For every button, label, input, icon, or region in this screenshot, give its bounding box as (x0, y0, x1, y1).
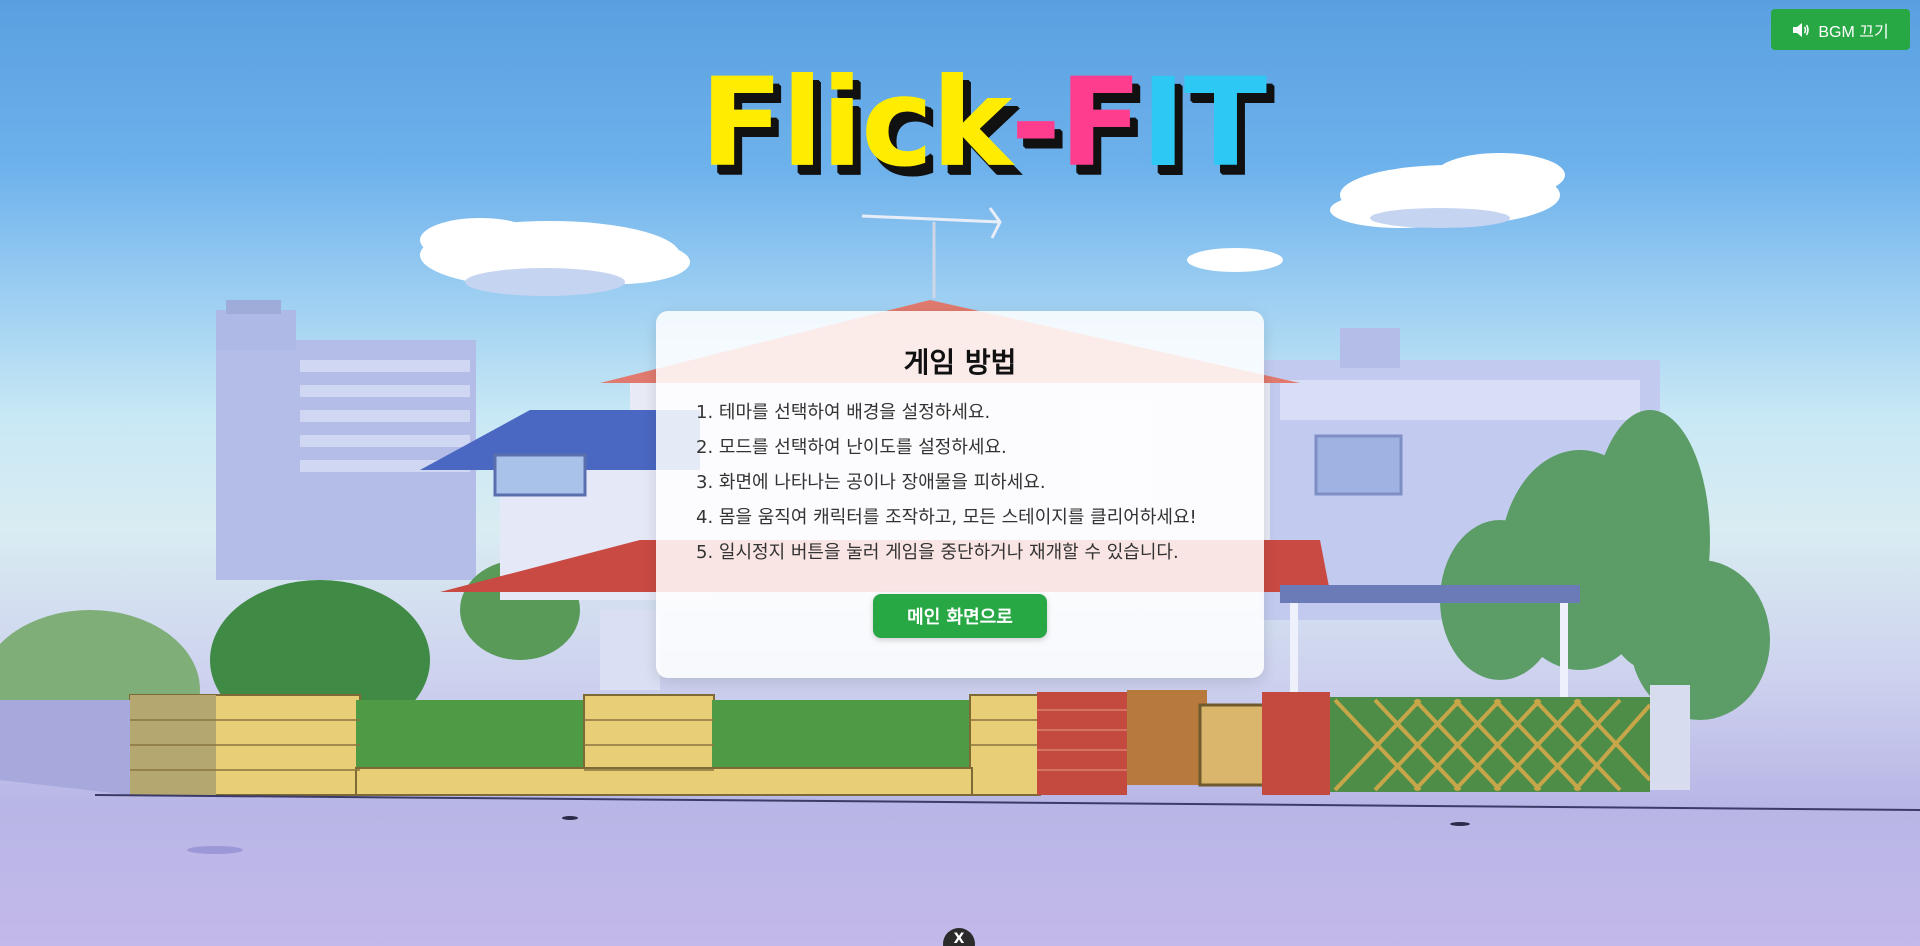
instructions-list: 1. 테마를 선택하여 배경을 설정하세요. 2. 모드를 선택하여 난이도를 … (656, 395, 1264, 570)
bgm-toggle-label: BGM 끄기 (1818, 23, 1889, 41)
instruction-item: 3. 화면에 나타나는 공이나 장애물을 피하세요. (696, 472, 1046, 493)
instruction-item: 4. 몸을 움직여 캐릭터를 조작하고, 모든 스테이지를 클리어하세요! (696, 507, 1197, 528)
logo-letter: I (1140, 52, 1185, 194)
game-screen: Flick-FIT BGM 끄기 게임 방법 1. 테마를 선택하여 배경을 설… (0, 0, 1920, 946)
logo-letter: F (1059, 52, 1142, 194)
logo-letter: T (1183, 52, 1267, 194)
logo-letter: c (861, 52, 933, 194)
tv-antenna (861, 207, 1002, 298)
logo-letter: k (931, 52, 1012, 194)
instructions-panel: 게임 방법 1. 테마를 선택하여 배경을 설정하세요. 2. 모드를 선택하여… (656, 311, 1264, 678)
main-menu-button[interactable]: 메인 화면으로 (873, 594, 1047, 638)
speaker-icon (1792, 22, 1810, 38)
flick-fit-logo: Flick-FIT (700, 52, 1267, 194)
instruction-item: 5. 일시정지 버튼을 눌러 게임을 중단하거나 재개할 수 있습니다. (696, 542, 1179, 563)
instructions-title: 게임 방법 (903, 346, 1017, 379)
logo-letter: i (821, 52, 863, 194)
bgm-toggle-button[interactable]: BGM 끄기 (1771, 9, 1910, 50)
logo-letter: l (781, 52, 823, 194)
instruction-item: 2. 모드를 선택하여 난이도를 설정하세요. (696, 437, 1007, 458)
instruction-item: 1. 테마를 선택하여 배경을 설정하세요. (696, 402, 991, 423)
logo-letter: F (700, 52, 783, 194)
left-building (216, 300, 476, 580)
front-fence (129, 685, 1690, 796)
logo-letter: - (1010, 52, 1061, 194)
